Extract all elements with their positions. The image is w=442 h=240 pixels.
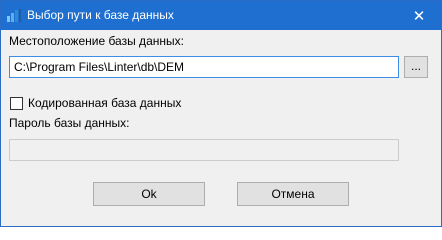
- location-input[interactable]: [9, 56, 399, 78]
- app-icon: [7, 9, 21, 22]
- title-bar[interactable]: Выбор пути к базе данных ✕: [1, 1, 441, 30]
- close-icon: ✕: [412, 7, 426, 25]
- password-field[interactable]: [9, 139, 399, 161]
- window-title: Выбор пути к базе данных: [27, 8, 174, 22]
- ok-button[interactable]: Ok: [93, 182, 205, 206]
- password-label: Пароль базы данных:: [9, 116, 130, 130]
- location-label: Местоположение базы данных:: [9, 34, 184, 48]
- browse-button[interactable]: ...: [404, 56, 428, 78]
- dialog-window: Выбор пути к базе данных ✕ Местоположени…: [0, 0, 442, 227]
- encrypted-checkbox-label[interactable]: Кодированная база данных: [28, 96, 181, 110]
- encrypted-checkbox[interactable]: [10, 97, 23, 110]
- close-button[interactable]: ✕: [397, 1, 441, 30]
- cancel-button[interactable]: Отмена: [237, 182, 349, 206]
